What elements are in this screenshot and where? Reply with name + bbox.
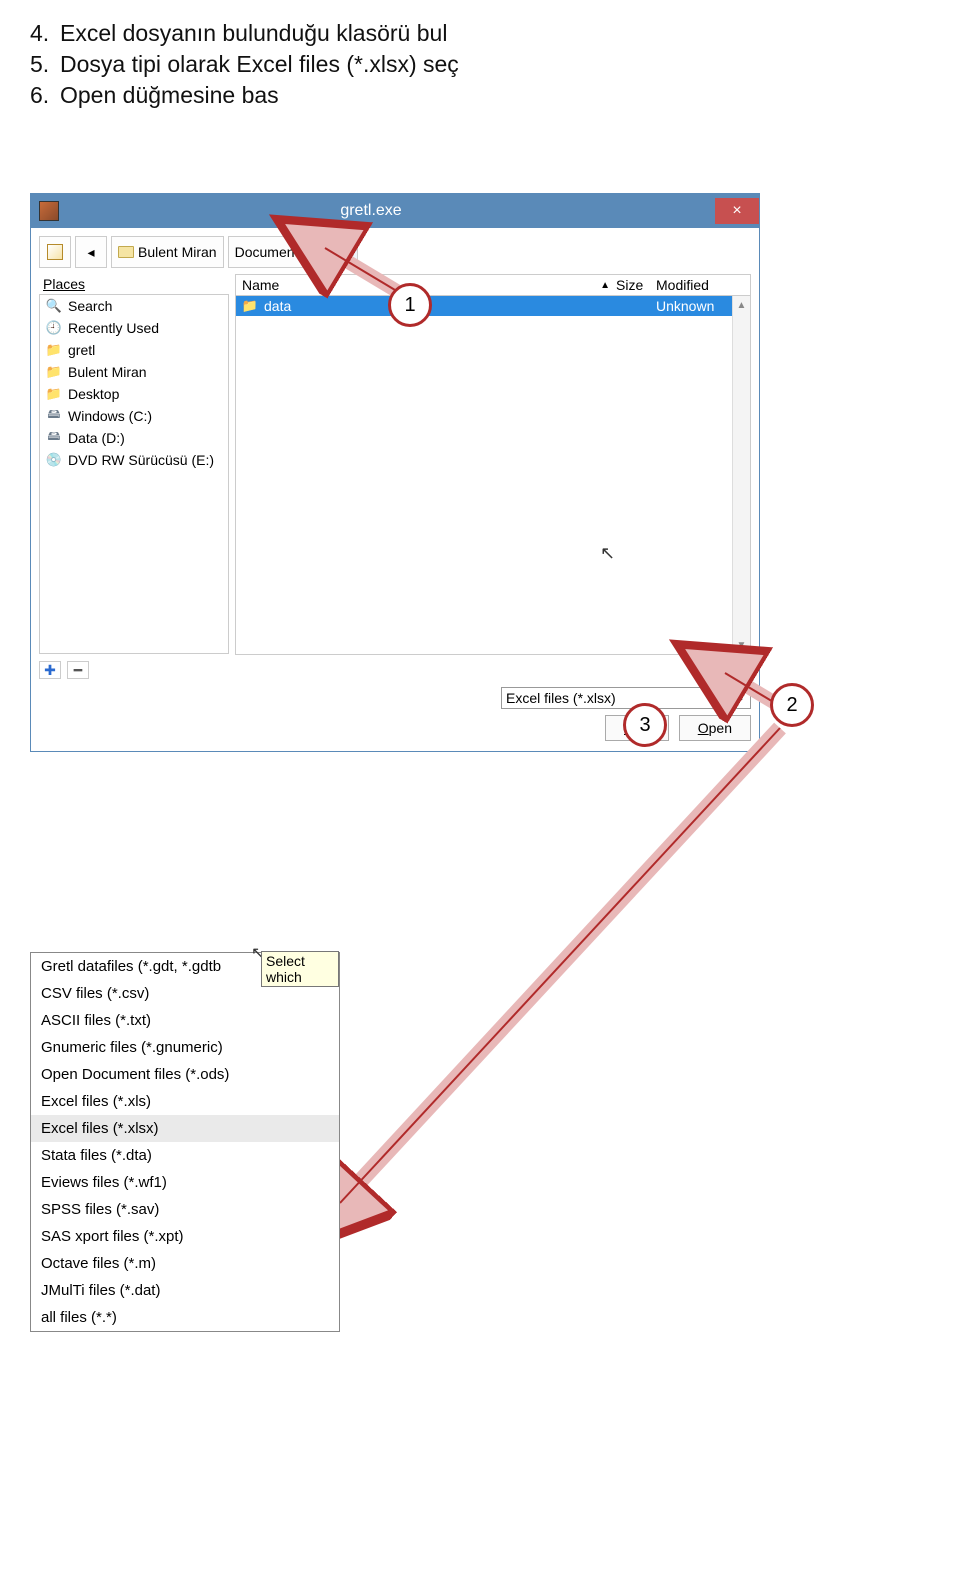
window-title: gretl.exe	[67, 202, 715, 220]
drive-icon: 🖴	[46, 408, 62, 424]
instruction-text: Open düğmesine bas	[60, 82, 279, 109]
instruction-5: 5. Dosya tipi olarak Excel files (*.xlsx…	[30, 51, 930, 78]
folder-icon: 📁	[46, 342, 62, 358]
callout-2: 2	[770, 683, 814, 727]
dvd-icon: 💿	[46, 452, 62, 468]
folder-icon: 📁	[46, 386, 62, 402]
place-data-d[interactable]: 🖴Data (D:)	[40, 427, 228, 449]
place-search[interactable]: 🔍Search	[40, 295, 228, 317]
place-dvd[interactable]: 💿DVD RW Sürücüsü (E:)	[40, 449, 228, 471]
open-button[interactable]: Open	[679, 715, 751, 741]
folder-icon: 📁	[46, 364, 62, 380]
filetype-option[interactable]: Excel files (*.xls)	[31, 1088, 339, 1115]
places-list[interactable]: 🔍Search 🕘Recently Used 📁gretl 📁Bulent Mi…	[39, 294, 229, 654]
tooltip: Select which	[261, 951, 339, 987]
sort-indicator-icon: ▲	[600, 280, 610, 291]
callout-3: 3	[623, 703, 667, 747]
filetype-dropdown-button[interactable]: ⌄	[731, 687, 751, 709]
scroll-up-icon[interactable]: ▲	[733, 296, 750, 314]
app-icon	[39, 201, 59, 221]
filetype-option[interactable]: Eviews files (*.wf1)	[31, 1169, 339, 1196]
instruction-num: 6.	[30, 82, 60, 109]
scroll-down-icon[interactable]: ▼	[733, 636, 750, 654]
recent-icon: 🕘	[46, 320, 62, 336]
file-row-data[interactable]: 📁 data Unknown	[236, 296, 732, 316]
file-list-header[interactable]: Name ▲ Size Modified	[235, 274, 751, 295]
instruction-4: 4. Excel dosyanın bulunduğu klasörü bul	[30, 20, 930, 47]
instruction-6: 6. Open düğmesine bas	[30, 82, 930, 109]
instruction-text: Dosya tipi olarak Excel files (*.xlsx) s…	[60, 51, 459, 78]
folder-icon	[118, 246, 134, 258]
instruction-list: 4. Excel dosyanın bulunduğu klasörü bul …	[0, 0, 960, 153]
instruction-num: 5.	[30, 51, 60, 78]
filetype-option[interactable]: Octave files (*.m)	[31, 1250, 339, 1277]
crumb-bulent-miran[interactable]: Bulent Miran	[111, 236, 224, 268]
instruction-num: 4.	[30, 20, 60, 47]
crumb-label: gretl	[323, 244, 350, 260]
cursor-icon: ↖	[600, 543, 615, 564]
place-windows-c[interactable]: 🖴Windows (C:)	[40, 405, 228, 427]
place-bulent-miran[interactable]: 📁Bulent Miran	[40, 361, 228, 383]
place-addremove: ✚ ━	[39, 661, 751, 679]
dialog-body: Places 🔍Search 🕘Recently Used 📁gretl 📁Bu…	[31, 274, 759, 655]
col-size-header[interactable]: Size	[616, 277, 656, 293]
place-recently-used[interactable]: 🕘Recently Used	[40, 317, 228, 339]
remove-place-button[interactable]: ━	[67, 661, 89, 679]
folder-icon: 📁	[242, 298, 258, 314]
places-header: Places	[39, 274, 229, 294]
filetype-option[interactable]: Open Document files (*.ods)	[31, 1061, 339, 1088]
add-place-button[interactable]: ✚	[39, 661, 61, 679]
titlebar[interactable]: gretl.exe ×	[31, 194, 759, 228]
pencil-icon	[47, 244, 63, 260]
crumb-gretl[interactable]: gretl	[316, 236, 357, 268]
close-button[interactable]: ×	[715, 198, 759, 224]
callout-1: 1	[388, 283, 432, 327]
filetype-option[interactable]: all files (*.*)	[31, 1304, 339, 1331]
back-button[interactable]: ◂	[75, 236, 107, 268]
file-list[interactable]: 📁 data Unknown ▲ ▼	[235, 295, 751, 655]
file-open-dialog: gretl.exe × ◂ Bulent Miran Documents gre…	[30, 193, 760, 752]
crumb-label: Bulent Miran	[138, 244, 217, 260]
crumb-documents[interactable]: Documents	[228, 236, 313, 268]
drive-icon: 🖴	[46, 430, 62, 446]
crumb-label: Documents	[235, 244, 306, 260]
filetype-option[interactable]: SAS xport files (*.xpt)	[31, 1223, 339, 1250]
place-desktop[interactable]: 📁Desktop	[40, 383, 228, 405]
filetype-option[interactable]: JMulTi files (*.dat)	[31, 1277, 339, 1304]
file-dialog-wrap: gretl.exe × ◂ Bulent Miran Documents gre…	[30, 193, 930, 752]
filetype-dropdown-list[interactable]: ↖ Select which Gretl datafiles (*.gdt, *…	[30, 952, 340, 1332]
instruction-text: Excel dosyanın bulunduğu klasörü bul	[60, 20, 447, 47]
filetype-select[interactable]: Excel files (*.xlsx)	[501, 687, 731, 709]
place-gretl[interactable]: 📁gretl	[40, 339, 228, 361]
col-modified-header[interactable]: Modified	[656, 277, 726, 293]
search-icon: 🔍	[46, 298, 62, 314]
places-panel: Places 🔍Search 🕘Recently Used 📁gretl 📁Bu…	[39, 274, 229, 655]
edit-path-button[interactable]	[39, 236, 71, 268]
filetype-option[interactable]: ASCII files (*.txt)	[31, 1007, 339, 1034]
filetype-option-selected[interactable]: Excel files (*.xlsx)	[31, 1115, 339, 1142]
filetype-option[interactable]: Gnumeric files (*.gnumeric)	[31, 1034, 339, 1061]
filetype-option[interactable]: SPSS files (*.sav)	[31, 1196, 339, 1223]
breadcrumb-toolbar: ◂ Bulent Miran Documents gretl	[31, 228, 759, 274]
filetype-option[interactable]: Stata files (*.dta)	[31, 1142, 339, 1169]
vertical-scrollbar[interactable]: ▲ ▼	[732, 296, 750, 654]
file-pane: Name ▲ Size Modified 📁 data Unknown	[235, 274, 751, 655]
